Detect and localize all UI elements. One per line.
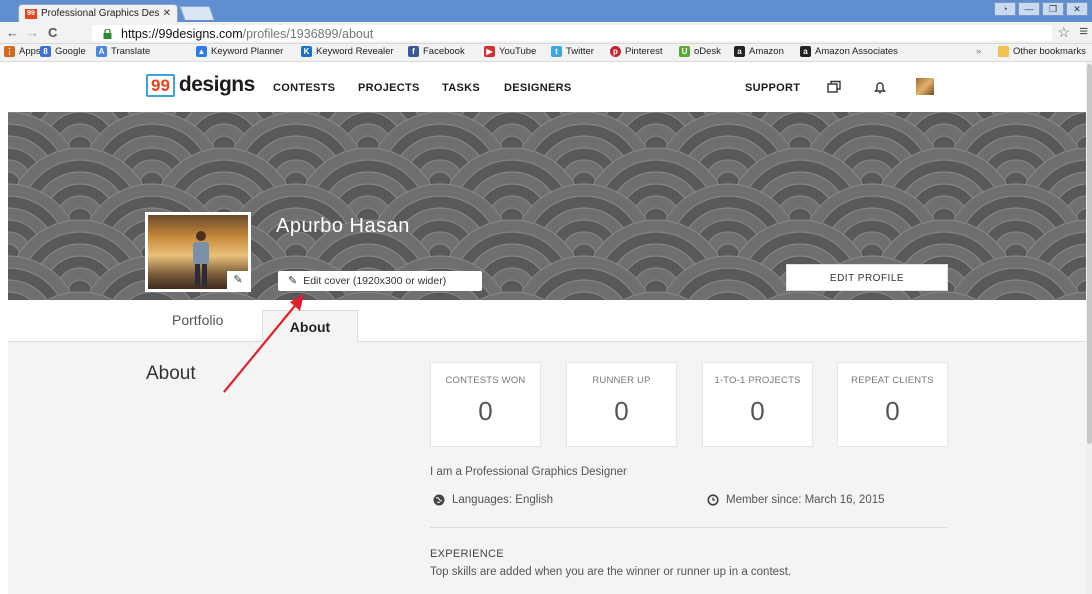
bookmark-label: Apps — [19, 46, 41, 57]
nav-support[interactable]: SUPPORT — [745, 82, 800, 94]
profile-bio: I am a Professional Graphics Designer — [430, 466, 627, 478]
stat-label: REPEAT CLIENTS — [851, 375, 934, 386]
messages-icon[interactable] — [826, 79, 842, 95]
bookmarks-bar: ⋮ Apps 8 Google A Translate ▲ Keyword Planne… — [0, 44, 1092, 62]
member-since-text: Member since: March 16, 2015 — [726, 494, 885, 506]
bookmark-label: oDesk — [694, 46, 721, 57]
tab-favicon: 99 — [25, 8, 37, 19]
address-bar-row: ← → C https://99designs.com/profiles/193… — [0, 22, 1092, 44]
tab-title: Professional Graphics Des — [41, 8, 160, 19]
logo-word: designs — [178, 73, 255, 96]
close-tab-icon[interactable]: ✕ — [163, 8, 171, 19]
scrollbar-thumb[interactable] — [1087, 64, 1092, 444]
bookmark-label: Pinterest — [625, 46, 663, 57]
url-path: /profiles/1936899/about — [242, 27, 374, 41]
other-bookmarks[interactable]: Other bookmarks — [998, 46, 1086, 57]
bookmark-translate[interactable]: A Translate — [96, 46, 150, 57]
stat-card-1-to-1-projects: 1-TO-1 PROJECTS 0 — [702, 362, 813, 447]
site-header: 99 designs CONTESTS PROJECTS TASKS DESIG… — [0, 62, 1092, 112]
edit-cover-button[interactable]: ✎ Edit cover (1920x300 or wider) — [278, 271, 482, 291]
restore-icon[interactable]: ❐ — [1042, 2, 1064, 16]
site-logo[interactable]: 99 designs — [146, 73, 255, 97]
minimize-icon[interactable]: — — [1018, 2, 1040, 16]
url-host: 99designs.com — [158, 27, 243, 41]
nav-projects[interactable]: PROJECTS — [358, 82, 420, 94]
lock-icon — [103, 29, 112, 39]
user-avatar[interactable] — [916, 78, 934, 95]
clock-icon — [707, 494, 719, 506]
stat-value: 0 — [478, 396, 493, 426]
bookmark-label: Facebook — [423, 46, 465, 57]
tab-portfolio[interactable]: Portfolio — [172, 312, 223, 328]
bookmark-odesk[interactable]: UoDesk — [679, 46, 721, 57]
profile-name: Apurbo Hasan — [276, 215, 410, 237]
bookmark-label: Twitter — [566, 46, 594, 57]
bookmark-label: Keyword Planner — [211, 46, 284, 57]
other-bookmarks-label: Other bookmarks — [1013, 46, 1086, 57]
stat-value: 0 — [614, 396, 629, 426]
about-heading: About — [146, 363, 196, 384]
globe-icon — [433, 494, 445, 506]
bookmark-amazon-associates[interactable]: a Amazon Associates — [800, 46, 898, 57]
section-divider — [430, 527, 948, 528]
bookmark-facebook[interactable]: f Facebook — [408, 46, 465, 57]
edit-cover-label: Edit cover (1920x300 or wider) — [303, 275, 447, 287]
logo-number: 99 — [146, 73, 175, 97]
bookmark-label: Amazon — [749, 46, 784, 57]
stat-label: CONTESTS WON — [445, 375, 526, 386]
bookmark-apps[interactable]: ⋮ Apps — [4, 46, 41, 57]
bookmark-twitter[interactable]: t Twitter — [551, 46, 594, 57]
bookmark-google[interactable]: 8 Google — [40, 46, 86, 57]
experience-heading: EXPERIENCE — [430, 548, 504, 560]
bookmark-label: YouTube — [499, 46, 537, 57]
bookmark-label: Translate — [111, 46, 151, 57]
bookmark-youtube[interactable]: ▶ YouTube — [484, 46, 536, 57]
member-since-row: Member since: March 16, 2015 — [707, 494, 885, 506]
stat-card-runner-up: RUNNER UP 0 — [566, 362, 677, 447]
profile-tabs: Portfolio About — [8, 300, 1090, 343]
browser-titlebar: 99 Professional Graphics Des ✕ ◔ — ❐ ✕ — [0, 0, 1092, 22]
stat-value: 0 — [885, 396, 900, 426]
stat-card-contests-won: CONTESTS WON 0 — [430, 362, 541, 447]
nav-designers[interactable]: DESIGNERS — [504, 82, 572, 94]
browser-tab[interactable]: 99 Professional Graphics Des ✕ — [18, 4, 178, 22]
tab-about[interactable]: About — [262, 310, 358, 343]
bookmark-pinterest[interactable]: p Pinterest — [610, 46, 663, 57]
edit-profile-button[interactable]: EDIT PROFILE — [786, 264, 948, 291]
url-field[interactable]: https://99designs.com/profiles/1936899/a… — [92, 25, 1052, 41]
person-figure — [193, 231, 209, 286]
new-tab-button[interactable] — [179, 6, 215, 20]
back-icon[interactable]: ← — [6, 25, 19, 40]
stat-label: RUNNER UP — [592, 375, 651, 386]
nav-contests[interactable]: CONTESTS — [273, 82, 335, 94]
bookmarks-overflow[interactable]: » — [976, 46, 981, 57]
bookmark-amazon[interactable]: a Amazon — [734, 46, 784, 57]
reload-icon[interactable]: C — [48, 25, 57, 40]
bookmark-label: Google — [55, 46, 86, 57]
stat-card-repeat-clients: REPEAT CLIENTS 0 — [837, 362, 948, 447]
star-icon[interactable]: ☆ — [1057, 24, 1070, 41]
nav-tasks[interactable]: TASKS — [442, 82, 480, 94]
bookmark-keyword-planner[interactable]: ▲ Keyword Planner — [196, 46, 283, 57]
languages-text: Languages: English — [452, 494, 554, 506]
close-window-icon[interactable]: ✕ — [1066, 2, 1088, 16]
edit-photo-button[interactable]: ✎ — [227, 271, 249, 290]
stat-value: 0 — [750, 396, 765, 426]
window-controls: ◔ — ❐ ✕ — [994, 2, 1088, 16]
forward-icon[interactable]: → — [26, 25, 39, 40]
stat-label: 1-TO-1 PROJECTS — [714, 375, 801, 386]
bookmark-label: Keyword Revealer — [316, 46, 394, 57]
bookmark-keyword-revealer[interactable]: K Keyword Revealer — [301, 46, 394, 57]
languages-row: Languages: English — [433, 494, 553, 506]
url-host-prefix: https:// — [121, 27, 159, 41]
menu-icon[interactable]: ≡ — [1079, 23, 1088, 40]
bell-icon[interactable] — [872, 79, 888, 95]
bookmark-label: Amazon Associates — [815, 46, 898, 57]
user-switch-icon[interactable]: ◔ — [994, 2, 1016, 16]
pencil-icon: ✎ — [288, 275, 298, 287]
experience-note: Top skills are added when you are the wi… — [430, 566, 792, 578]
